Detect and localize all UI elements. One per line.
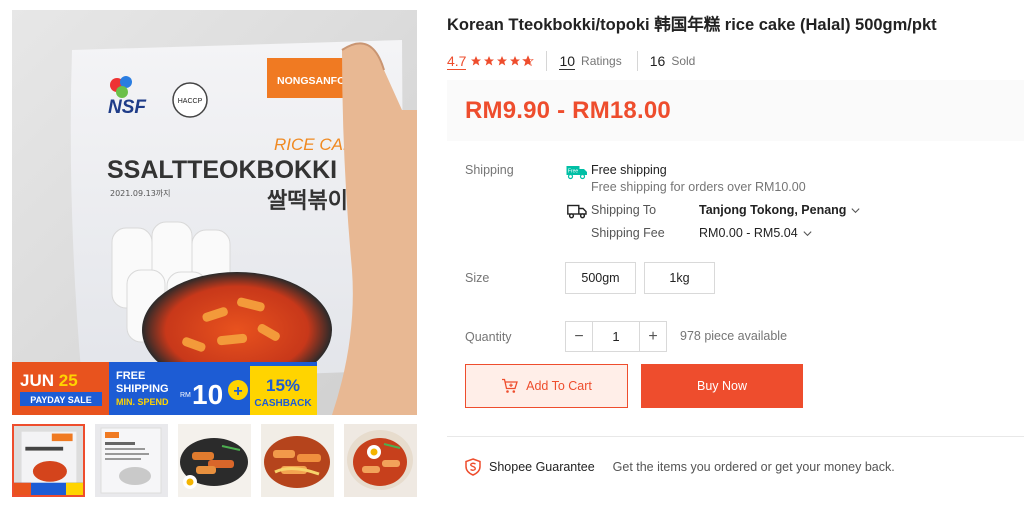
shipping-fee-value: RM0.00 - RM5.04 xyxy=(699,226,798,240)
banner-date: JUN 25 xyxy=(20,371,78,390)
shipping-fee-label: Shipping Fee xyxy=(591,226,665,240)
thumbnail-2-image xyxy=(95,424,168,497)
guarantee-title: Shopee Guarantee xyxy=(489,460,595,474)
star-icon xyxy=(484,56,495,66)
rating-stars xyxy=(470,55,535,67)
size-option-1kg[interactable]: 1kg xyxy=(644,262,715,294)
banner-amount: 10 xyxy=(192,379,223,410)
banner-min-spend: MIN. SPEND xyxy=(116,397,169,407)
cart-icon xyxy=(502,378,518,393)
rating-value[interactable]: 4.7 xyxy=(447,53,467,70)
banner-free: FREE xyxy=(116,370,145,382)
product-kr-label: 쌀떡볶이 xyxy=(267,189,348,214)
shipping-fee-selector[interactable]: RM0.00 - RM5.04 xyxy=(699,226,813,240)
thumbnail-3-image xyxy=(178,424,251,497)
quantity-decrease-button[interactable]: − xyxy=(566,322,592,351)
thumbnail-1-image xyxy=(14,426,83,495)
product-title: Korean Tteokbokki/topoki 韩国年糕 rice cake … xyxy=(447,16,937,34)
add-to-cart-label: Add To Cart xyxy=(526,379,592,393)
price-range: RM9.90 - RM18.00 xyxy=(465,96,671,124)
add-to-cart-button[interactable]: Add To Cart xyxy=(465,364,628,408)
thumbnail-5-image xyxy=(344,424,417,497)
quantity-stepper: − 1 + xyxy=(565,321,667,352)
banner-plus: + xyxy=(233,383,242,400)
sold-count: 16 xyxy=(649,53,666,69)
star-icon xyxy=(510,56,521,66)
shipping-to-label: Shipping To xyxy=(591,203,657,217)
divider xyxy=(546,51,548,71)
shield-icon xyxy=(465,458,481,476)
shipping-to-selector[interactable]: Tanjong Tokong, Penang xyxy=(699,203,861,217)
chevron-down-icon xyxy=(802,228,813,239)
free-shipping-icon: Free xyxy=(566,164,588,185)
stock-available: 978 piece available xyxy=(680,329,788,343)
banner-percent: 15% xyxy=(266,376,300,395)
brand-logo: NSF xyxy=(108,97,147,118)
size-label: Size xyxy=(465,271,490,285)
thumbnail-2[interactable] xyxy=(95,424,168,497)
shipping-label: Shipping xyxy=(465,163,514,177)
free-shipping-condition: Free shipping for orders over RM10.00 xyxy=(591,180,806,194)
divider xyxy=(447,436,1024,437)
guarantee-description: Get the items you ordered or get your mo… xyxy=(612,460,895,474)
quantity-label: Quantity xyxy=(465,330,512,344)
banner-cashback: CASHBACK xyxy=(254,398,312,409)
divider xyxy=(636,51,638,71)
product-stats: 4.7 10 Ratings 16 Sold xyxy=(447,51,710,71)
sold-label: Sold xyxy=(671,54,696,68)
thumbnail-5[interactable] xyxy=(344,424,417,497)
shopee-guarantee[interactable]: Shopee Guarantee Get the items you order… xyxy=(465,458,895,476)
thumbnail-strip xyxy=(12,424,417,498)
thumbnail-3[interactable] xyxy=(178,424,251,497)
banner-sale-label: PAYDAY SALE xyxy=(30,395,92,405)
chevron-down-icon xyxy=(850,205,861,216)
product-name-label: SSALTTEOKBOKKI xyxy=(107,156,337,184)
date-label: 2021.09.13까지 xyxy=(110,189,171,198)
star-icon xyxy=(497,56,508,66)
product-main-image[interactable]: NONGSANFOOD NSF HACCP RICE CAKE SSALTTEO… xyxy=(12,10,417,415)
free-shipping-title: Free shipping xyxy=(591,163,667,177)
thumbnail-1[interactable] xyxy=(12,424,85,497)
star-icon xyxy=(471,56,482,66)
buy-now-button[interactable]: Buy Now xyxy=(641,364,803,408)
ratings-count[interactable]: 10 xyxy=(559,53,576,70)
banner-shipping: SHIPPING xyxy=(116,383,169,395)
thumbnail-4-image xyxy=(261,424,334,497)
star-half-icon xyxy=(522,55,535,67)
size-option-500gm[interactable]: 500gm xyxy=(565,262,636,294)
shipping-to-value: Tanjong Tokong, Penang xyxy=(699,203,847,217)
quantity-input[interactable]: 1 xyxy=(592,322,640,351)
ratings-label: Ratings xyxy=(581,54,622,68)
quantity-increase-button[interactable]: + xyxy=(640,322,666,351)
price-box: RM9.90 - RM18.00 xyxy=(447,80,1024,141)
banner-rm: RM xyxy=(180,392,191,399)
truck-icon xyxy=(567,204,587,224)
free-badge-text: Free xyxy=(568,169,579,175)
thumbnail-4[interactable] xyxy=(261,424,334,497)
haccp-badge: HACCP xyxy=(178,98,203,105)
